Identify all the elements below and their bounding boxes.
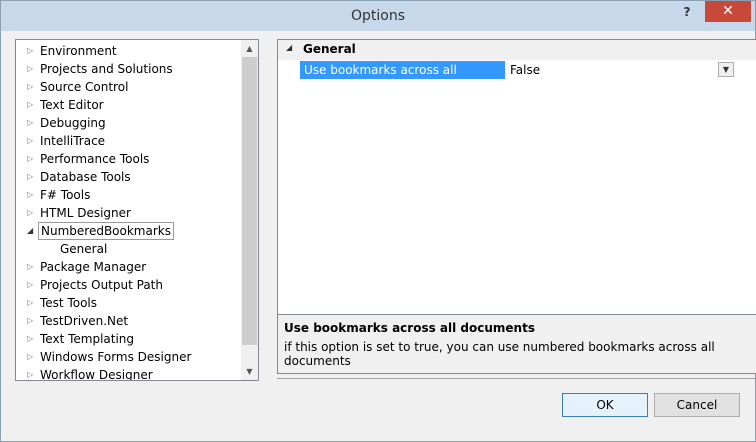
expand-arrow-icon[interactable]: ▷	[27, 168, 37, 186]
category-label: General	[303, 42, 356, 56]
tree-item-label: Workflow Designer	[40, 368, 153, 381]
tree-item-label: Performance Tools	[40, 152, 150, 166]
expand-arrow-icon[interactable]: ▷	[27, 96, 37, 114]
scroll-up-arrow-icon[interactable]: ▲	[241, 40, 258, 57]
expand-arrow-icon[interactable]: ▷	[27, 348, 37, 366]
divider	[277, 378, 756, 379]
tree-item-debugging[interactable]: ▷ Debugging	[16, 114, 240, 132]
tree-item-package-manager[interactable]: ▷ Package Manager	[16, 258, 240, 276]
description-title: Use bookmarks across all documents	[284, 321, 535, 335]
property-grid: ◢ General Use bookmarks across all docum…	[277, 39, 756, 343]
description-text: if this option is set to true, you can u…	[284, 340, 715, 368]
tree-item-text-templating[interactable]: ▷ Text Templating	[16, 330, 240, 348]
chevron-down-icon[interactable]: ▼	[718, 62, 734, 77]
expand-arrow-icon[interactable]: ▷	[27, 312, 37, 330]
title-bar[interactable]: Options ? ✕	[1, 1, 755, 31]
tree-item-label: Projects Output Path	[40, 278, 163, 292]
dialog-content: ▷ Environment ▷ Projects and Solutions ▷ So…	[7, 31, 756, 437]
expand-arrow-icon[interactable]: ▷	[27, 114, 37, 132]
tree-item-general[interactable]: General	[16, 240, 240, 258]
expand-arrow-icon[interactable]: ▷	[27, 42, 37, 60]
tree-item-windows-forms-designer[interactable]: ▷ Windows Forms Designer	[16, 348, 240, 366]
tree-item-label: F# Tools	[40, 188, 91, 202]
expand-arrow-icon[interactable]: ▷	[27, 330, 37, 348]
category-row-general[interactable]: ◢ General	[278, 40, 756, 60]
tree-item-label: IntelliTrace	[40, 134, 106, 148]
property-value[interactable]: False	[506, 61, 738, 79]
close-button[interactable]: ✕	[705, 1, 751, 22]
tree-item-label: Source Control	[40, 80, 129, 94]
tree-item-text-editor[interactable]: ▷ Text Editor	[16, 96, 240, 114]
tree-item-label: Windows Forms Designer	[40, 350, 192, 364]
expand-arrow-icon[interactable]: ▷	[27, 60, 37, 78]
tree-item-performance-tools[interactable]: ▷ Performance Tools	[16, 150, 240, 168]
tree-item-label: Database Tools	[40, 170, 131, 184]
tree-item-fsharp-tools[interactable]: ▷ F# Tools	[16, 186, 240, 204]
tree-item-label: General	[60, 242, 108, 256]
tree-item-html-designer[interactable]: ▷ HTML Designer	[16, 204, 240, 222]
collapse-arrow-icon[interactable]: ◢	[286, 43, 292, 52]
expand-arrow-icon[interactable]: ▷	[27, 276, 37, 294]
tree-item-projects-output-path[interactable]: ▷ Projects Output Path	[16, 276, 240, 294]
close-icon: ✕	[722, 3, 734, 19]
tree-item-label: Debugging	[40, 116, 106, 130]
property-name[interactable]: Use bookmarks across all documents	[300, 61, 505, 95]
tree-item-label: Text Templating	[40, 332, 135, 346]
tree-items: ▷ Environment ▷ Projects and Solutions ▷ So…	[16, 42, 240, 381]
expand-arrow-icon[interactable]: ▷	[27, 366, 37, 380]
tree-item-projects-and-solutions[interactable]: ▷ Projects and Solutions	[16, 60, 240, 78]
help-button[interactable]: ?	[679, 5, 695, 21]
tree-item-test-tools[interactable]: ▷ Test Tools	[16, 294, 240, 312]
tree-scrollbar[interactable]: ▲ ▼	[241, 40, 258, 380]
tree-item-intellitrace[interactable]: ▷ IntelliTrace	[16, 132, 240, 150]
tree-item-label: NumberedBookmarks	[38, 222, 174, 240]
expand-arrow-icon[interactable]: ▷	[27, 78, 37, 96]
tree-item-testdriven-net[interactable]: ▷ TestDriven.Net	[16, 312, 240, 330]
tree-item-label: HTML Designer	[40, 206, 131, 220]
property-description: Use bookmarks across all documents if th…	[277, 314, 756, 374]
expand-arrow-icon[interactable]: ▷	[27, 186, 37, 204]
tree-item-label: Projects and Solutions	[40, 62, 173, 76]
options-dialog: Options ? ✕ ▷ Environment ▷ Projects and S…	[0, 0, 756, 442]
scroll-down-arrow-icon[interactable]: ▼	[241, 363, 258, 380]
tree-item-source-control[interactable]: ▷ Source Control	[16, 78, 240, 96]
tree-item-label: Text Editor	[40, 98, 104, 112]
collapse-arrow-icon[interactable]: ◢	[27, 222, 37, 240]
expand-arrow-icon[interactable]: ▷	[27, 294, 37, 312]
expand-arrow-icon[interactable]: ▷	[27, 204, 37, 222]
tree-item-label: Environment	[40, 44, 117, 58]
tree-item-label: Test Tools	[40, 296, 98, 310]
expand-arrow-icon[interactable]: ▷	[27, 150, 37, 168]
options-tree[interactable]: ▷ Environment ▷ Projects and Solutions ▷ So…	[15, 39, 259, 381]
tree-item-numberedbookmarks[interactable]: ◢ NumberedBookmarks	[16, 222, 240, 240]
tree-item-label: TestDriven.Net	[40, 314, 129, 328]
scrollbar-thumb[interactable]	[242, 57, 257, 345]
ok-button[interactable]: OK	[562, 393, 648, 417]
tree-item-database-tools[interactable]: ▷ Database Tools	[16, 168, 240, 186]
cancel-button[interactable]: Cancel	[654, 393, 740, 417]
window-title: Options	[350, 8, 406, 24]
tree-item-workflow-designer[interactable]: ▷ Workflow Designer	[16, 366, 240, 381]
tree-item-environment[interactable]: ▷ Environment	[16, 42, 240, 60]
tree-item-label: Package Manager	[40, 260, 147, 274]
expand-arrow-icon[interactable]: ▷	[27, 132, 37, 150]
property-row[interactable]: Use bookmarks across all documents False…	[278, 61, 756, 95]
expand-arrow-icon[interactable]: ▷	[27, 258, 37, 276]
